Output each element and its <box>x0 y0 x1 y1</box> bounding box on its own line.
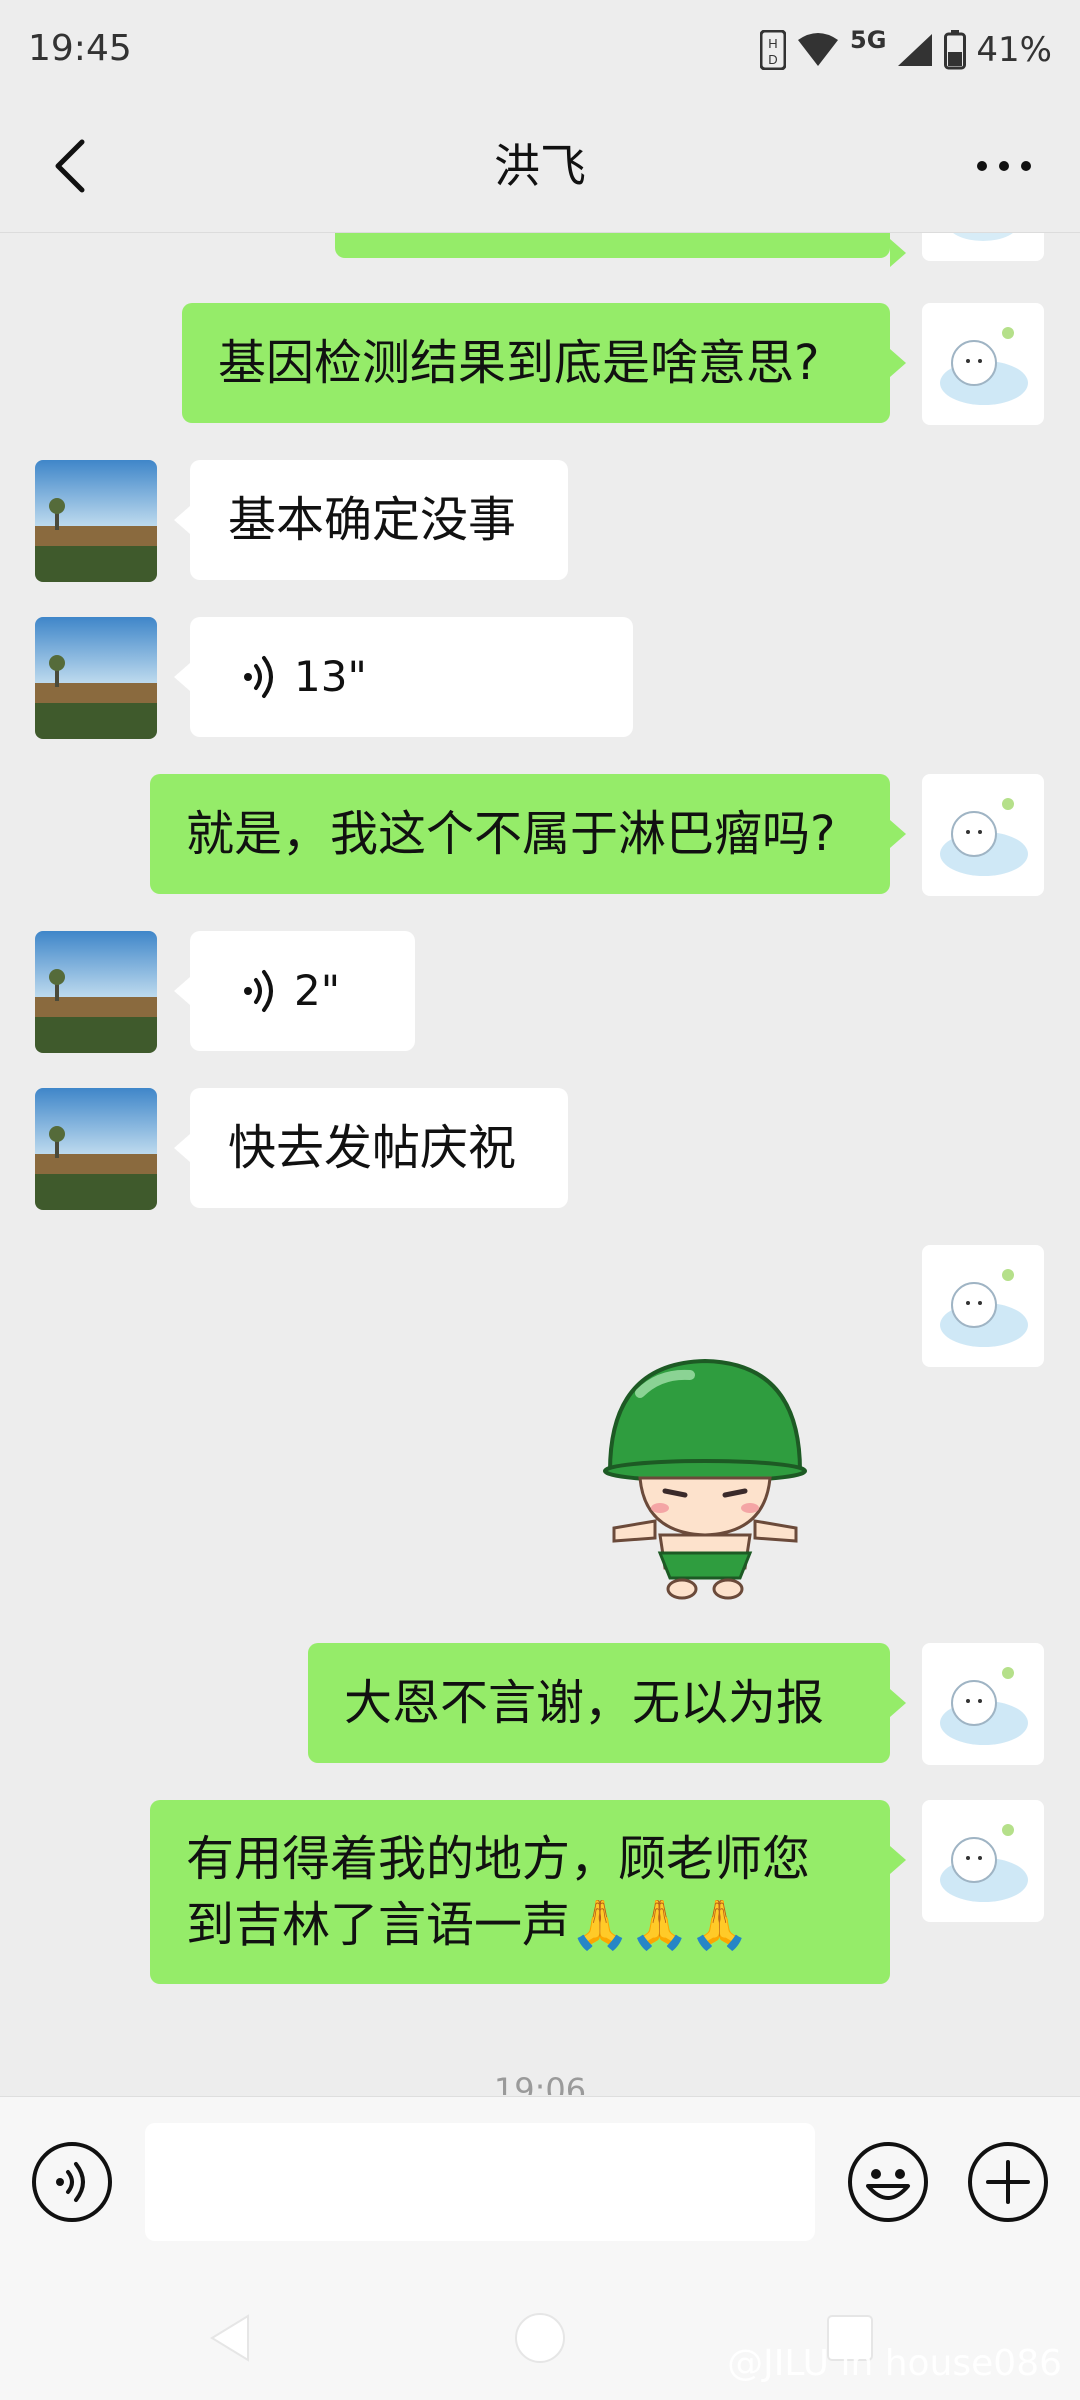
message-text-line1: 有用得着我的地方，顾老师您 <box>186 1831 811 1887</box>
message-text: 大恩不言谢，无以为报 <box>344 1675 825 1731</box>
svg-text:H: H <box>768 36 777 51</box>
system-back-icon[interactable] <box>200 2308 260 2368</box>
watermark: @JILU in house086 <box>727 2343 1062 2384</box>
status-icons: HD 5G 41% <box>760 26 1052 72</box>
voice-duration: 13" <box>294 652 367 701</box>
battery-icon <box>944 30 967 70</box>
message-bubble-me[interactable]: 就是，我这个不属于淋巴瘤吗? <box>150 774 906 894</box>
message-bubble-other[interactable]: 快去发帖庆祝 <box>174 1088 568 1208</box>
svg-text:D: D <box>768 52 777 67</box>
message-bubble-me[interactable]: 基因检测结果到底是啥意思? <box>182 303 906 423</box>
system-navigation-bar: @JILU in house086 <box>0 2268 1080 2400</box>
message-bubble-partial[interactable] <box>335 233 906 267</box>
chat-header: 洪飞 <box>0 100 1080 233</box>
contact-avatar[interactable] <box>35 1088 157 1210</box>
chat-title: 洪飞 <box>494 139 586 193</box>
my-avatar[interactable] <box>922 233 1044 261</box>
message-input[interactable] <box>145 2123 815 2241</box>
my-avatar[interactable] <box>922 1643 1044 1765</box>
voice-message-bubble[interactable]: 2" <box>174 931 415 1051</box>
voice-wave-icon <box>244 970 273 1012</box>
voice-wave-icon <box>244 656 273 698</box>
message-timestamp: 19:06 <box>493 2071 587 2095</box>
voice-input-icon[interactable] <box>30 2140 114 2224</box>
input-bar <box>0 2096 1080 2269</box>
my-avatar[interactable] <box>922 1245 1044 1367</box>
contact-avatar[interactable] <box>35 617 157 739</box>
status-time: 19:45 <box>28 28 132 69</box>
more-icon[interactable] <box>964 126 1044 206</box>
signal-icon <box>898 34 933 66</box>
message-bubble-other[interactable]: 基本确定没事 <box>174 460 568 580</box>
message-list[interactable]: 基因检测结果到底是啥意思? 基本确定没事 13" 就是，我这个不属于淋巴瘤吗? … <box>0 233 1080 2095</box>
voice-message-bubble[interactable]: 13" <box>174 617 633 737</box>
my-avatar[interactable] <box>922 774 1044 896</box>
voice-duration: 2" <box>294 966 341 1015</box>
my-avatar[interactable] <box>922 303 1044 425</box>
plus-icon[interactable] <box>966 2140 1050 2224</box>
status-bar: 19:45 HD 5G 41% <box>0 0 1080 100</box>
message-text: 基因检测结果到底是啥意思? <box>218 335 820 391</box>
contact-avatar[interactable] <box>35 931 157 1053</box>
message-text: 就是，我这个不属于淋巴瘤吗? <box>186 806 836 862</box>
contact-avatar[interactable] <box>35 460 157 582</box>
network-type: 5G <box>850 26 887 54</box>
message-text-line2: 到吉林了言语一声🙏🙏🙏 <box>186 1897 750 1953</box>
message-bubble-me[interactable]: 有用得着我的地方，顾老师您 到吉林了言语一声🙏🙏🙏 <box>150 1800 906 1984</box>
emoji-icon[interactable] <box>846 2140 930 2224</box>
battery-level: 41% <box>976 30 1052 70</box>
hd-icon: HD <box>760 30 787 70</box>
sticker-green-helmet-baby[interactable] <box>600 1353 810 1603</box>
wifi-icon <box>798 33 839 66</box>
message-bubble-me[interactable]: 大恩不言谢，无以为报 <box>308 1643 906 1763</box>
system-home-icon[interactable] <box>510 2308 570 2368</box>
message-text: 基本确定没事 <box>228 492 517 548</box>
my-avatar[interactable] <box>922 1800 1044 1922</box>
message-text: 快去发帖庆祝 <box>228 1120 517 1176</box>
